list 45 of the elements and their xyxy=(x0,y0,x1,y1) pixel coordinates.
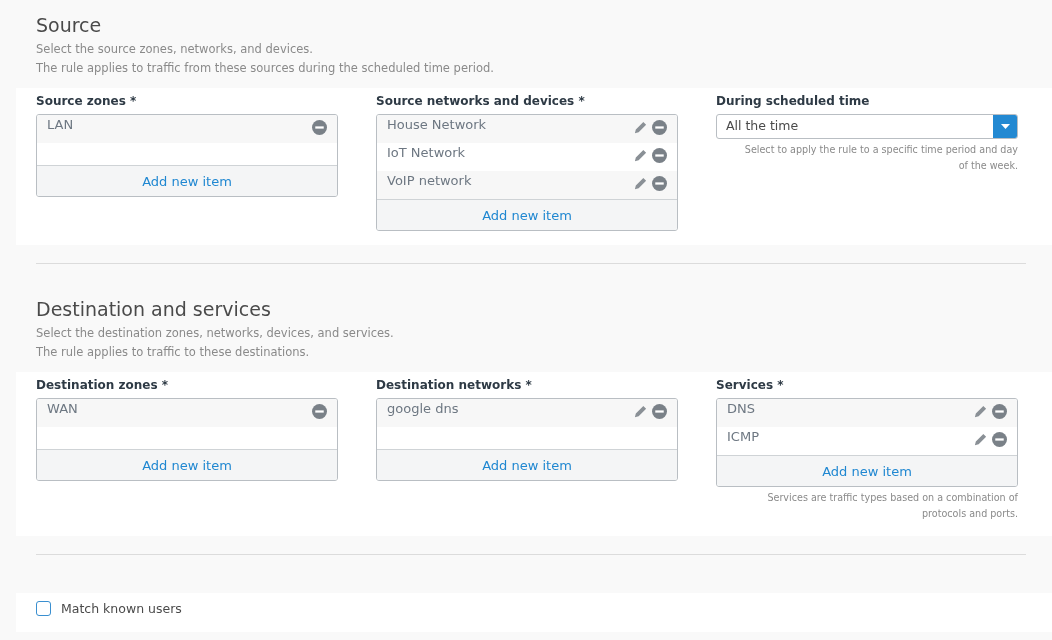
add-item-button[interactable]: Add new item xyxy=(37,449,337,480)
field-label: Destination networks * xyxy=(376,378,533,392)
section-description: The rule applies to traffic to these destinations. xyxy=(36,344,311,361)
list-item: WAN xyxy=(47,400,79,416)
hint-text: Select to apply the rule to a specific time period and day of the week. xyxy=(743,143,1018,173)
section-description: Select the source zones, networks, and devices. xyxy=(36,41,314,58)
pencil-icon[interactable] xyxy=(973,404,988,419)
add-item-button[interactable]: Add new item xyxy=(377,449,677,480)
field-label: Source networks and devices * xyxy=(376,94,586,108)
checkbox-label: Match known users xyxy=(61,601,182,616)
field-label: Services * xyxy=(716,378,785,392)
caret-icon xyxy=(1000,123,1010,130)
remove-icon[interactable] xyxy=(312,120,327,135)
remove-icon[interactable] xyxy=(992,404,1007,419)
remove-icon[interactable] xyxy=(652,404,667,419)
list-item: VoIP network xyxy=(387,172,473,188)
schedule-dropdown[interactable]: All the time xyxy=(716,114,1018,139)
remove-icon[interactable] xyxy=(652,120,667,135)
field-label: Destination zones * xyxy=(36,378,170,392)
pencil-icon[interactable] xyxy=(633,404,648,419)
list-item: google dns xyxy=(387,400,460,416)
add-item-button[interactable]: Add new item xyxy=(377,199,677,230)
pencil-icon[interactable] xyxy=(633,120,648,135)
pencil-icon[interactable] xyxy=(633,176,648,191)
remove-icon[interactable] xyxy=(312,404,327,419)
pencil-icon[interactable] xyxy=(973,432,988,447)
remove-icon[interactable] xyxy=(652,148,667,163)
section-title: Destination and services xyxy=(36,298,272,320)
add-item-button[interactable]: Add new item xyxy=(717,455,1017,486)
list-item: IoT Network xyxy=(387,144,467,160)
field-label: Source zones * xyxy=(36,94,138,108)
remove-icon[interactable] xyxy=(652,176,667,191)
pencil-icon[interactable] xyxy=(633,148,648,163)
list-item: LAN xyxy=(47,116,75,132)
list-item: ICMP xyxy=(727,428,760,444)
list-item: House Network xyxy=(387,116,488,132)
hint-text: Services are traffic types based on a combination of protocols and ports. xyxy=(766,491,1018,521)
checkbox[interactable] xyxy=(36,601,51,616)
add-item-button[interactable]: Add new item xyxy=(37,165,337,196)
remove-icon[interactable] xyxy=(992,432,1007,447)
list-item: DNS xyxy=(727,400,756,416)
section-description: Select the destination zones, networks, devices, and services. xyxy=(36,325,395,342)
section-description: The rule applies to traffic from these sources during the scheduled time period. xyxy=(36,60,495,77)
field-label: During scheduled time xyxy=(716,94,871,108)
section-title: Source xyxy=(36,14,103,36)
